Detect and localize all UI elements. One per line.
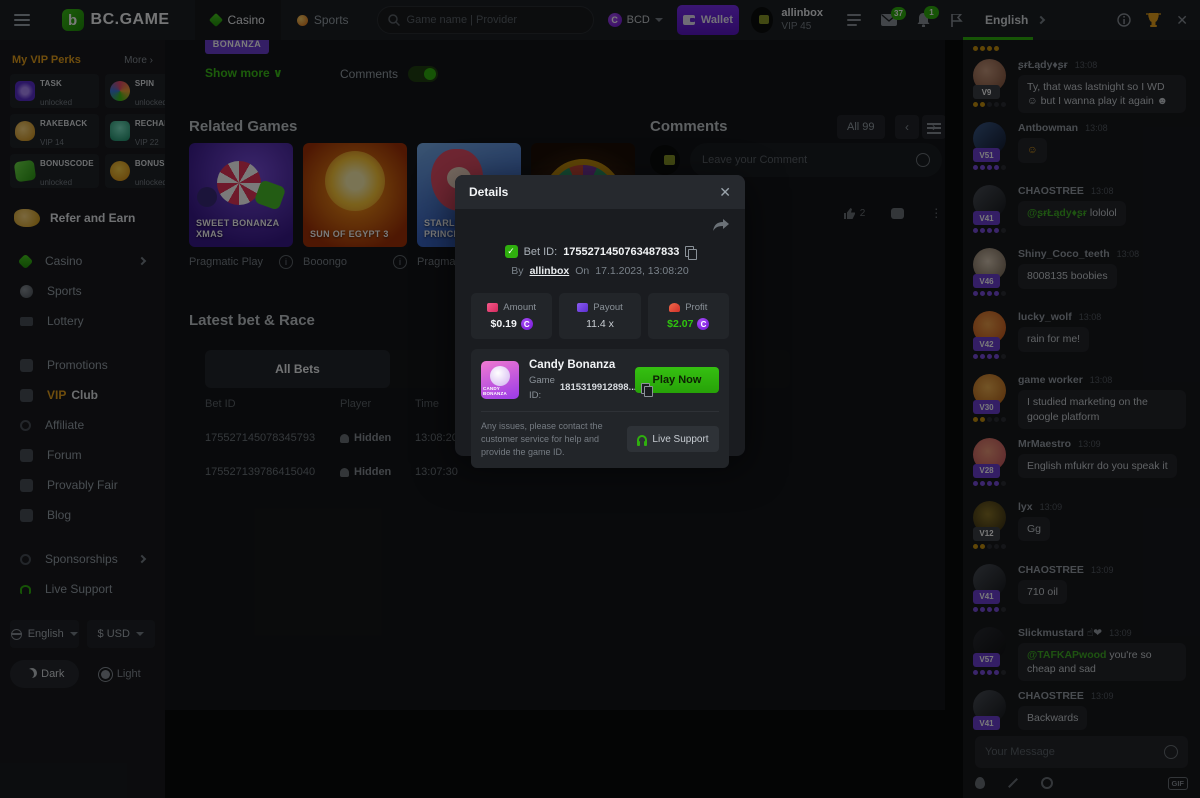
game-id-value: 1815319912898... [560,381,637,395]
payout-icon [577,303,588,312]
bet-id-label: Bet ID: [524,246,558,258]
copy-icon[interactable] [685,246,695,258]
profit-icon [669,303,680,312]
bc-game-app: b BC.GAME Casino Sports C BCD Wallet all… [0,0,1200,798]
bet-details-modal: Details ✕ ✓ Bet ID: 1755271450763487833 … [455,175,745,456]
bet-id-value: 1755271450763487833 [563,246,679,258]
stat-profit: Profit $2.07C [648,293,729,339]
live-support-button[interactable]: Live Support [627,426,719,452]
modal-close-icon[interactable]: ✕ [719,184,731,201]
share-icon[interactable] [713,219,729,232]
modal-header: Details ✕ [455,175,745,209]
support-text: Any issues, please contact the customer … [481,420,619,459]
headset-icon [637,435,647,443]
stat-payout: Payout 11.4 x [559,293,640,339]
bet-stats: Amount $0.19C Payout 11.4 x Profit $2.07… [471,293,729,339]
amount-icon [487,303,498,312]
bet-datetime: 17.1.2023, 13:08:20 [595,265,688,277]
verified-shield-icon: ✓ [505,245,518,258]
bcd-coin-icon: C [521,318,533,330]
player-link[interactable]: allinbox [530,265,570,277]
modal-title: Details [469,185,508,199]
bet-id-row: ✓ Bet ID: 1755271450763487833 [471,245,729,258]
game-thumbnail[interactable]: CANDY BONANZA [481,361,519,399]
stat-amount: Amount $0.19C [471,293,552,339]
game-box: CANDY BONANZA Candy Bonanza Game ID:1815… [471,349,729,468]
bet-meta-row: By allinbox On 17.1.2023, 13:08:20 [471,265,729,277]
game-name: Candy Bonanza [529,357,625,374]
bcd-coin-icon: C [697,318,709,330]
